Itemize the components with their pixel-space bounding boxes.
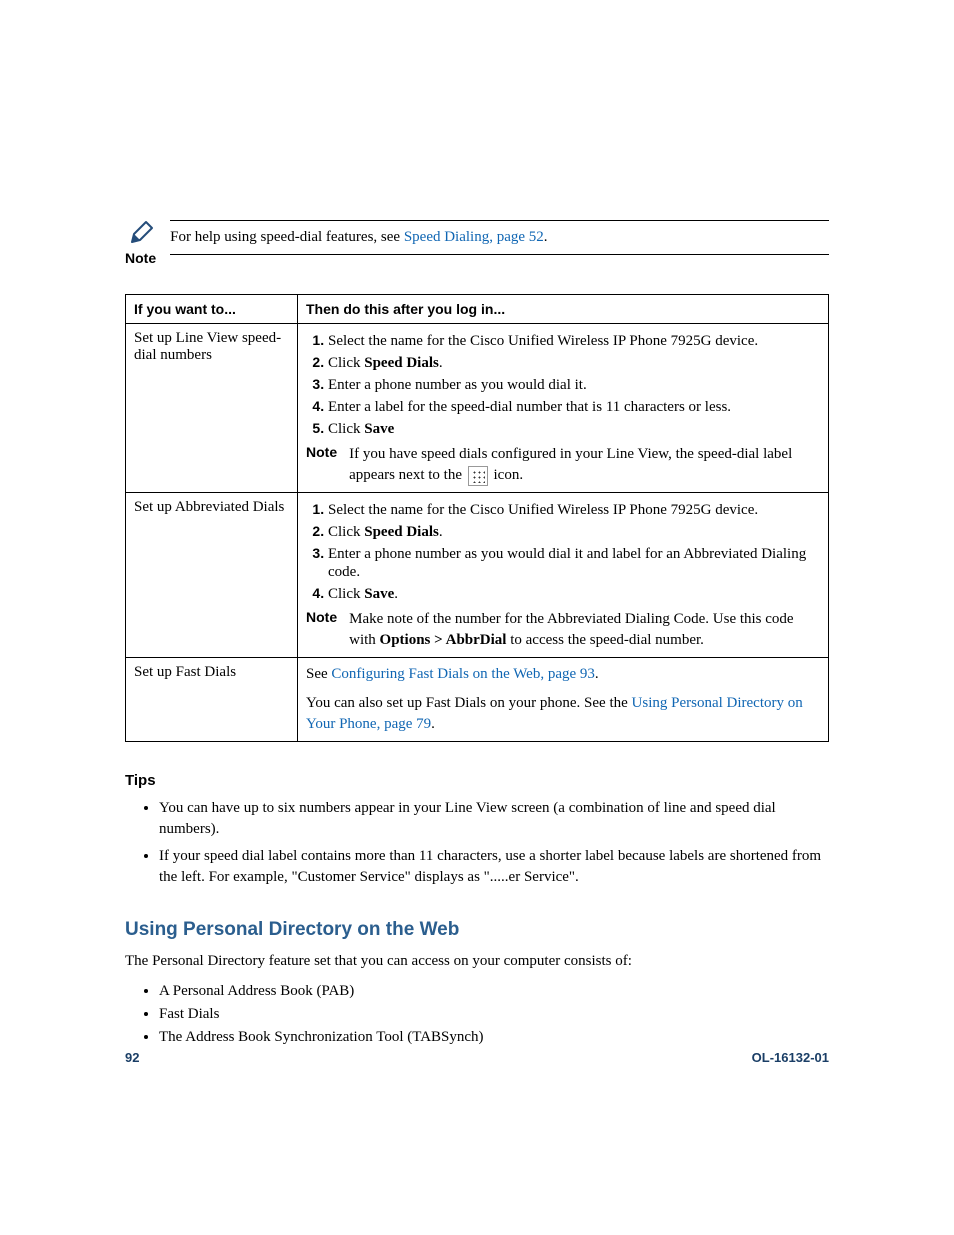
step: Enter a phone number as you would dial i… xyxy=(328,377,587,393)
step: Click Speed Dials. xyxy=(328,524,443,540)
step: Click Speed Dials. xyxy=(328,355,443,371)
page-number: 92 xyxy=(125,1050,139,1065)
list-item: The Address Book Synchronization Tool (T… xyxy=(159,1026,829,1049)
th-right: Then do this after you log in... xyxy=(298,295,829,324)
page: Note For help using speed-dial features,… xyxy=(0,0,954,1235)
note-icon-column: Note xyxy=(125,220,156,266)
note-link[interactable]: Speed Dialing, page 52 xyxy=(404,229,544,245)
step: Enter a label for the speed-dial number … xyxy=(328,399,731,415)
table-row: Set up Abbreviated Dials Select the name… xyxy=(126,493,829,658)
row0-steps: Select the name for the Cisco Unified Wi… xyxy=(306,330,820,440)
list-item: You can have up to six numbers appear in… xyxy=(159,795,829,843)
pencil-icon xyxy=(128,220,154,246)
note-label: Note xyxy=(125,250,156,266)
row2-left: Set up Fast Dials xyxy=(126,658,298,742)
list-item: Fast Dials xyxy=(159,1003,829,1026)
step: Enter a phone number as you would dial i… xyxy=(328,546,806,580)
table-row: Set up Fast Dials See Configuring Fast D… xyxy=(126,658,829,742)
procedure-table: If you want to... Then do this after you… xyxy=(125,294,829,742)
note-prefix: For help using speed-dial features, see xyxy=(170,229,404,245)
section-intro: The Personal Directory feature set that … xyxy=(125,951,829,972)
row2-line1: See Configuring Fast Dials on the Web, p… xyxy=(306,664,820,685)
tips-heading: Tips xyxy=(125,772,829,789)
note-suffix: . xyxy=(544,229,548,245)
inner-note-text: Make note of the number for the Abbrevia… xyxy=(349,609,820,651)
inner-note-label: Note xyxy=(306,609,337,625)
step: Select the name for the Cisco Unified Wi… xyxy=(328,502,758,518)
page-footer: 92 OL-16132-01 xyxy=(125,1050,829,1065)
list-item: If your speed dial label contains more t… xyxy=(159,843,829,891)
inner-note-text: If you have speed dials configured in yo… xyxy=(349,444,820,486)
th-left: If you want to... xyxy=(126,295,298,324)
row1-right: Select the name for the Cisco Unified Wi… xyxy=(298,493,829,658)
step: Select the name for the Cisco Unified Wi… xyxy=(328,333,758,349)
row1-left: Set up Abbreviated Dials xyxy=(126,493,298,658)
inner-note-label: Note xyxy=(306,444,337,460)
row1-note: Note Make note of the number for the Abb… xyxy=(306,609,820,651)
step: Click Save. xyxy=(328,586,398,602)
row2-link1[interactable]: Configuring Fast Dials on the Web, page … xyxy=(331,666,594,682)
section-heading: Using Personal Directory on the Web xyxy=(125,919,829,941)
row0-right: Select the name for the Cisco Unified Wi… xyxy=(298,324,829,493)
step: Click Save xyxy=(328,421,394,437)
note-text: For help using speed-dial features, see … xyxy=(170,220,829,255)
list-item: A Personal Address Book (PAB) xyxy=(159,980,829,1003)
row2-line2: You can also set up Fast Dials on your p… xyxy=(306,693,820,735)
row0-left: Set up Line View speed-dial numbers xyxy=(126,324,298,493)
tips-list: You can have up to six numbers appear in… xyxy=(125,795,829,891)
section-list: A Personal Address Book (PAB) Fast Dials… xyxy=(125,980,829,1049)
doc-id: OL-16132-01 xyxy=(752,1050,829,1065)
row0-note: Note If you have speed dials configured … xyxy=(306,444,820,486)
table-row: Set up Line View speed-dial numbers Sele… xyxy=(126,324,829,493)
keypad-icon xyxy=(468,466,488,486)
note-block: Note For help using speed-dial features,… xyxy=(125,220,829,266)
row1-steps: Select the name for the Cisco Unified Wi… xyxy=(306,499,820,605)
row2-right: See Configuring Fast Dials on the Web, p… xyxy=(298,658,829,742)
